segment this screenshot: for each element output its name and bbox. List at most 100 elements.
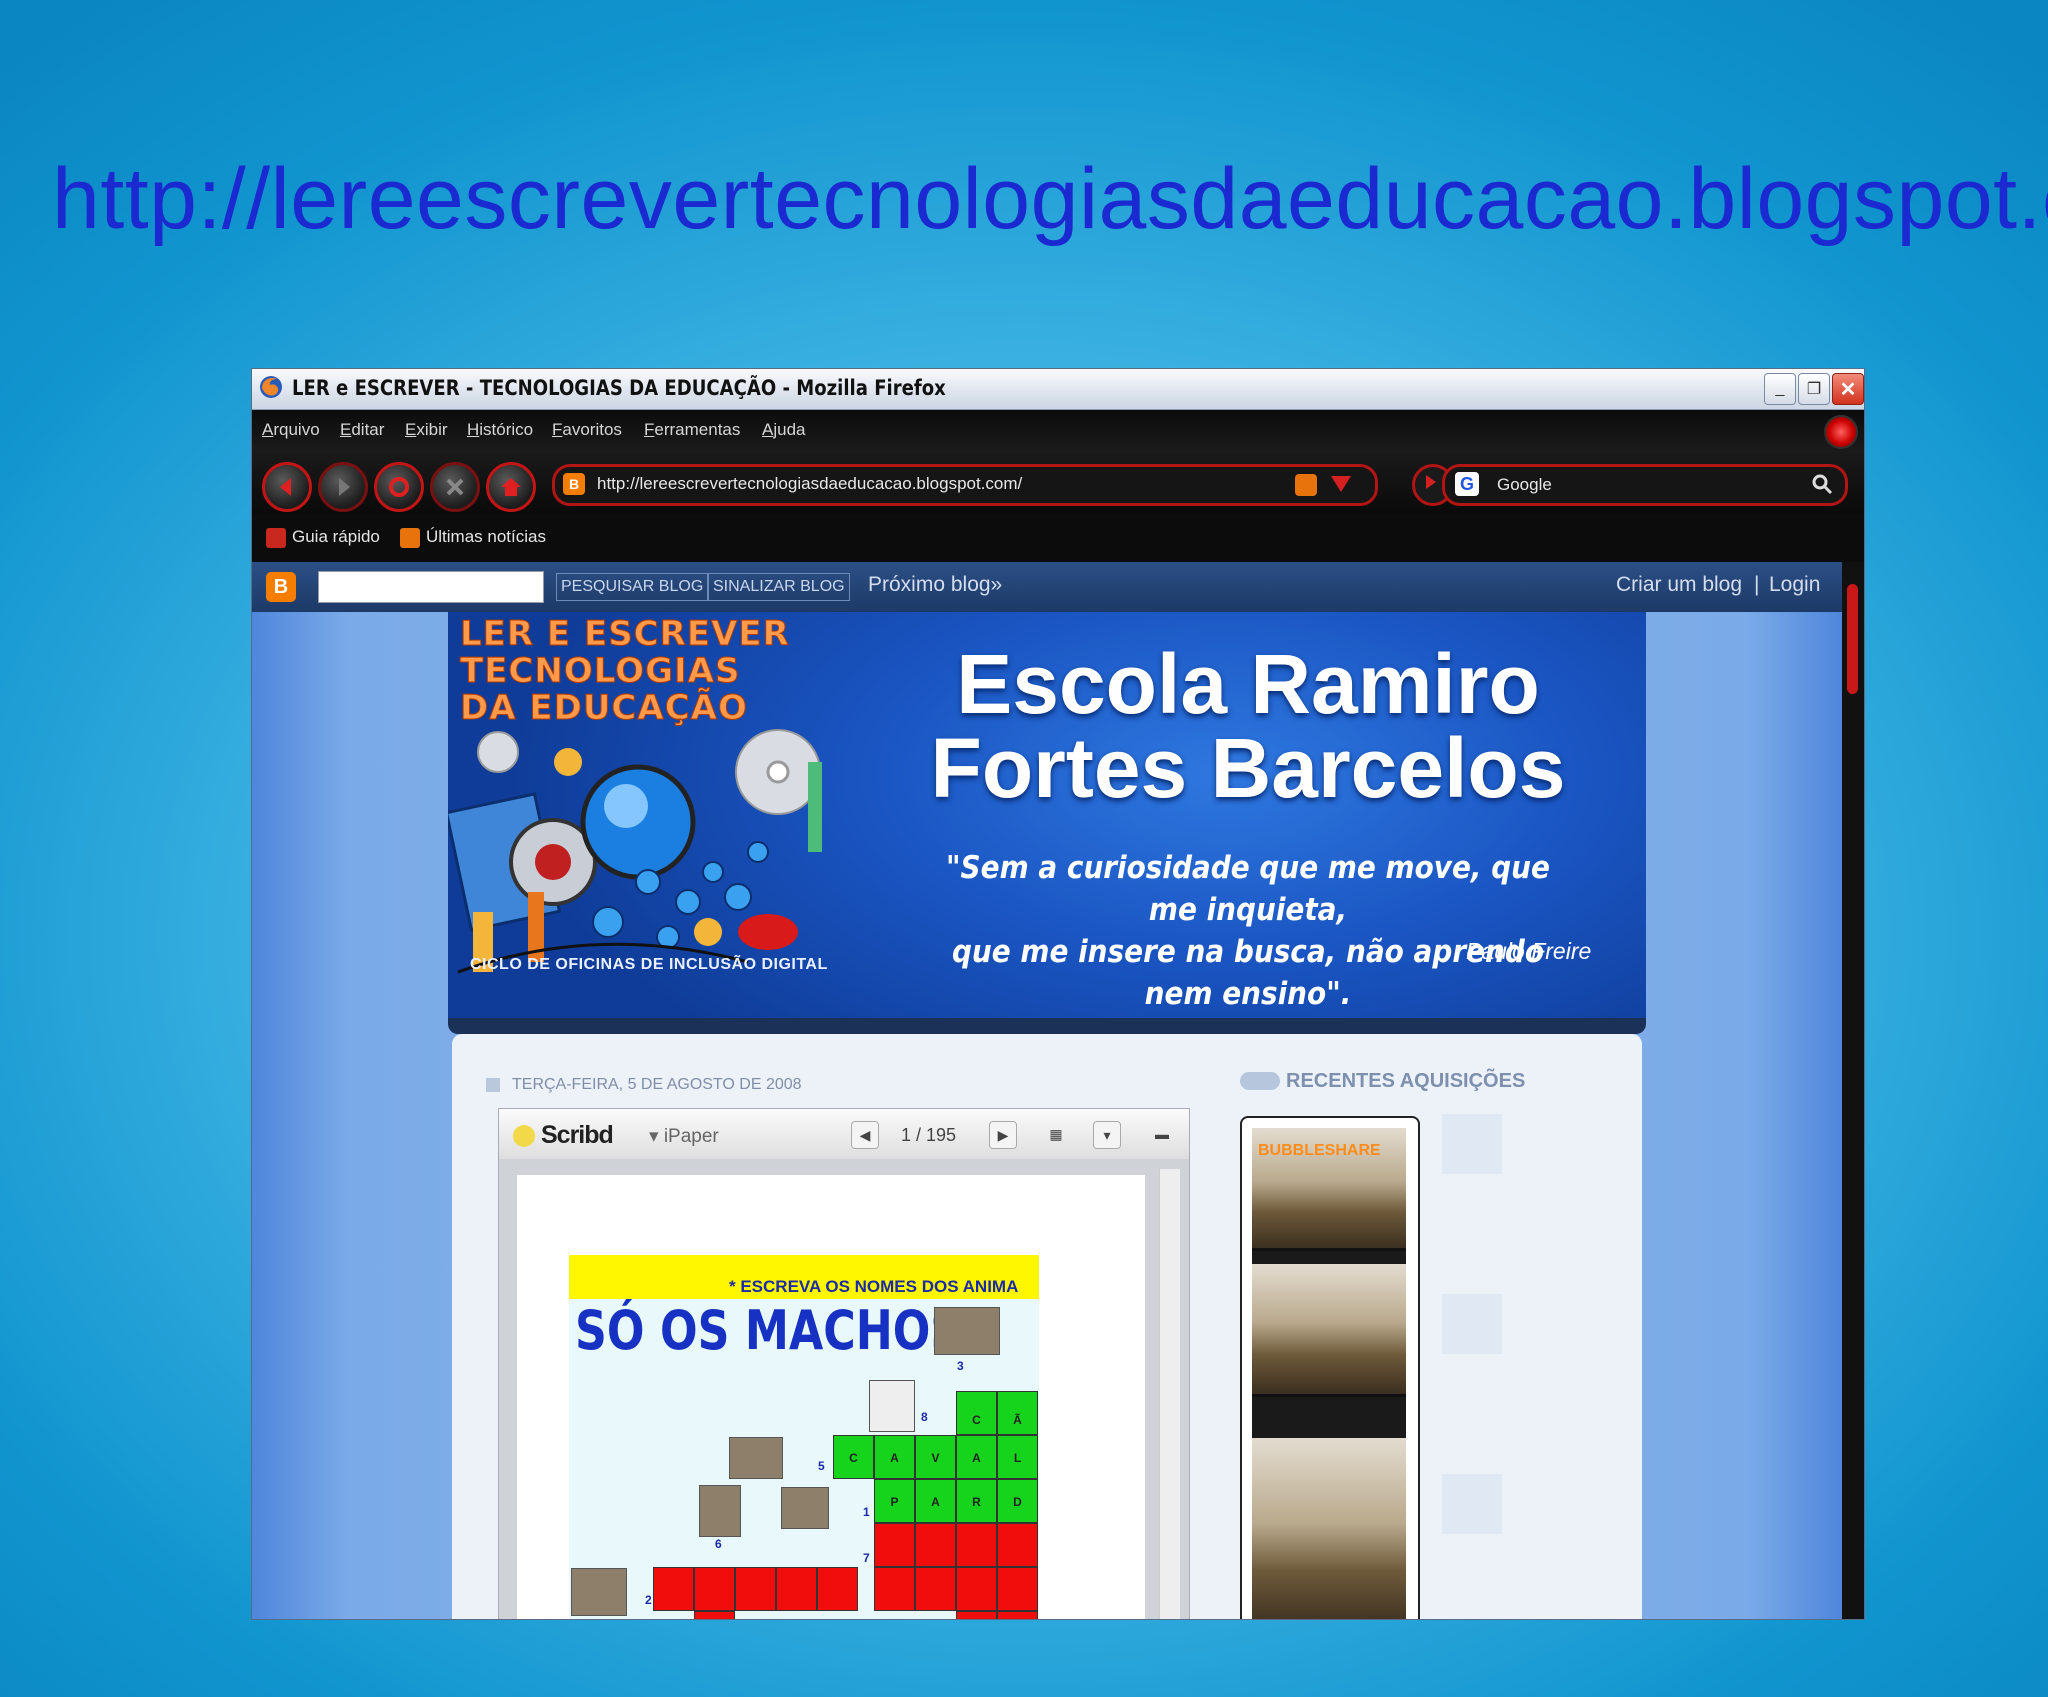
view-dropdown-button[interactable]: ▾ <box>1093 1121 1121 1149</box>
photo-thumbnail[interactable] <box>1252 1438 1406 1619</box>
back-button[interactable] <box>262 462 312 512</box>
title-line: Escola Ramiro <box>956 637 1540 731</box>
ipaper-label: iPaper <box>663 1126 719 1147</box>
puzzle-cell <box>956 1523 997 1567</box>
blogger-navbar: B PESQUISAR BLOG SINALIZAR BLOG Próximo … <box>252 562 1842 612</box>
rss-icon[interactable] <box>1295 474 1317 496</box>
back-arrow-icon <box>280 478 291 496</box>
flag-blog-button[interactable]: SINALIZAR BLOG <box>708 573 850 601</box>
go-arrow-icon <box>1426 475 1436 489</box>
animal-image <box>699 1485 741 1537</box>
puzzle-cell <box>874 1523 915 1567</box>
reload-button[interactable] <box>374 462 424 512</box>
clue-number: 1 <box>863 1505 870 1519</box>
scribd-logo[interactable]: Scribd <box>513 1121 614 1150</box>
fullscreen-icon[interactable]: ▬ <box>1149 1121 1175 1147</box>
menu-editar[interactable]: Editar <box>340 420 384 440</box>
puzzle-instruction: * ESCREVA OS NOMES DOS ANIMA <box>729 1277 1019 1296</box>
puzzle-cell: P <box>874 1479 915 1523</box>
create-blog-link[interactable]: Criar um blog <box>1616 573 1742 597</box>
page-viewport: B PESQUISAR BLOG SINALIZAR BLOG Próximo … <box>252 562 1842 1619</box>
document-scrollbar[interactable] <box>1159 1169 1180 1619</box>
login-link[interactable]: Login <box>1769 573 1820 597</box>
page-scrollbar[interactable] <box>1842 562 1864 1619</box>
photo-thumbnail[interactable] <box>1252 1264 1406 1397</box>
blogger-favicon-icon: B <box>563 473 585 495</box>
stop-icon <box>446 478 464 496</box>
next-page-button[interactable]: ▶ <box>989 1121 1017 1149</box>
background-pattern <box>1442 1294 1502 1354</box>
bookmark-guia-rapido[interactable]: Guia rápido <box>266 527 380 548</box>
separator: | <box>1754 573 1760 596</box>
restore-button[interactable]: ❐ <box>1798 373 1830 405</box>
puzzle-cell <box>915 1567 956 1611</box>
technology-illustration <box>448 729 822 974</box>
rabbit-image <box>934 1307 1000 1355</box>
title-bar: LER e ESCREVER - TECNOLOGIAS DA EDUCAÇÃO… <box>252 369 1864 410</box>
menu-exibir[interactable]: Exibir <box>405 420 448 440</box>
minimize-button[interactable]: _ <box>1764 373 1796 405</box>
blogger-logo-icon[interactable]: B <box>266 572 296 602</box>
blog-header-banner[interactable]: LER E ESCREVER TECNOLOGIAS DA EDUCAÇÃO C… <box>448 612 1646 1034</box>
browser-window: LER e ESCREVER - TECNOLOGIAS DA EDUCAÇÃO… <box>251 368 1865 1620</box>
navigation-toolbar: B http://lereescrevertecnologiasdaeducac… <box>252 452 1864 514</box>
menu-ferramentas[interactable]: Ferramentas <box>644 420 740 440</box>
puzzle-title: SÓ OS MACHOS! <box>575 1299 983 1362</box>
puzzle-cell <box>735 1567 776 1611</box>
background-pattern <box>1442 1474 1502 1534</box>
firefox-icon <box>260 376 282 398</box>
clue-number: 2 <box>645 1593 652 1607</box>
puzzle-cell: Ã <box>997 1405 1038 1435</box>
address-bar[interactable]: B http://lereescrevertecnologiasdaeducac… <box>552 464 1378 506</box>
puzzle-cell <box>817 1567 858 1611</box>
home-button[interactable] <box>486 462 536 512</box>
puzzle-cell <box>956 1611 997 1619</box>
scrollbar-thumb[interactable] <box>1847 584 1858 694</box>
logo-line: TECNOLOGIAS <box>460 651 741 691</box>
bubbleshare-label: BUBBLESHARE <box>1258 1142 1381 1159</box>
elephant-image <box>571 1568 627 1616</box>
menu-favoritos[interactable]: Favoritos <box>552 420 622 440</box>
next-blog-link[interactable]: Próximo blog» <box>868 573 1002 597</box>
bookmark-ultimas-noticias[interactable]: Últimas notícias <box>400 527 546 548</box>
puzzle-cell: C <box>956 1405 997 1435</box>
google-icon[interactable]: G <box>1455 472 1479 496</box>
puzzle-cell <box>653 1567 694 1611</box>
search-icon[interactable] <box>1811 473 1833 495</box>
bookmarks-toolbar: Guia rápido Últimas notícias <box>252 514 1864 562</box>
puzzle-cell <box>776 1567 817 1611</box>
close-button[interactable]: ✕ <box>1832 373 1864 405</box>
history-dropdown-icon[interactable] <box>1331 476 1351 492</box>
puzzle-cell: A <box>915 1479 956 1523</box>
puzzle-cell: L <box>997 1435 1038 1479</box>
menu-historico[interactable]: Histórico <box>467 420 533 440</box>
puzzle-cell: A <box>874 1435 915 1479</box>
puzzle-cell: C <box>833 1435 874 1479</box>
blog-search-input[interactable] <box>318 571 544 603</box>
menu-ajuda[interactable]: Ajuda <box>762 420 805 440</box>
search-bar[interactable]: G Google <box>1442 464 1848 506</box>
previous-page-button[interactable]: ◀ <box>851 1121 879 1149</box>
logo-line: LER E ESCREVER <box>460 614 790 654</box>
bubbleshare-widget[interactable]: BUBBLESHARE <box>1240 1116 1420 1619</box>
puzzle-cell <box>997 1611 1038 1619</box>
puzzle-cell: R <box>956 1479 997 1523</box>
background-pattern <box>1442 1114 1502 1174</box>
header-quote: "Sem a curiosidade que me move, que me i… <box>933 847 1563 1015</box>
puzzle-cell: V <box>915 1435 956 1479</box>
forward-button[interactable] <box>318 462 368 512</box>
grid-view-icon[interactable]: ▦ <box>1043 1121 1069 1147</box>
scribd-viewer[interactable]: Scribd ▾ iPaper ◀ 1 / 195 ▶ ▦ ▾ ▬ * ESCR… <box>498 1108 1190 1619</box>
search-blog-button[interactable]: PESQUISAR BLOG <box>556 573 709 601</box>
puzzle-cell <box>956 1567 997 1611</box>
address-text[interactable]: http://lereescrevertecnologiasdaeducacao… <box>597 474 1022 494</box>
window-title: LER e ESCREVER - TECNOLOGIAS DA EDUCAÇÃO… <box>292 376 946 400</box>
puzzle-cell: D <box>997 1479 1038 1523</box>
search-engine-label: Google <box>1497 475 1552 494</box>
clue-number: 8 <box>921 1410 928 1424</box>
date-marker-icon <box>486 1078 500 1092</box>
ipaper-menu[interactable]: ▾ iPaper <box>649 1125 719 1148</box>
stop-button[interactable] <box>430 462 480 512</box>
scribd-brand: Scribd <box>541 1121 614 1149</box>
menu-arquivo[interactable]: Arquivo <box>262 420 320 440</box>
